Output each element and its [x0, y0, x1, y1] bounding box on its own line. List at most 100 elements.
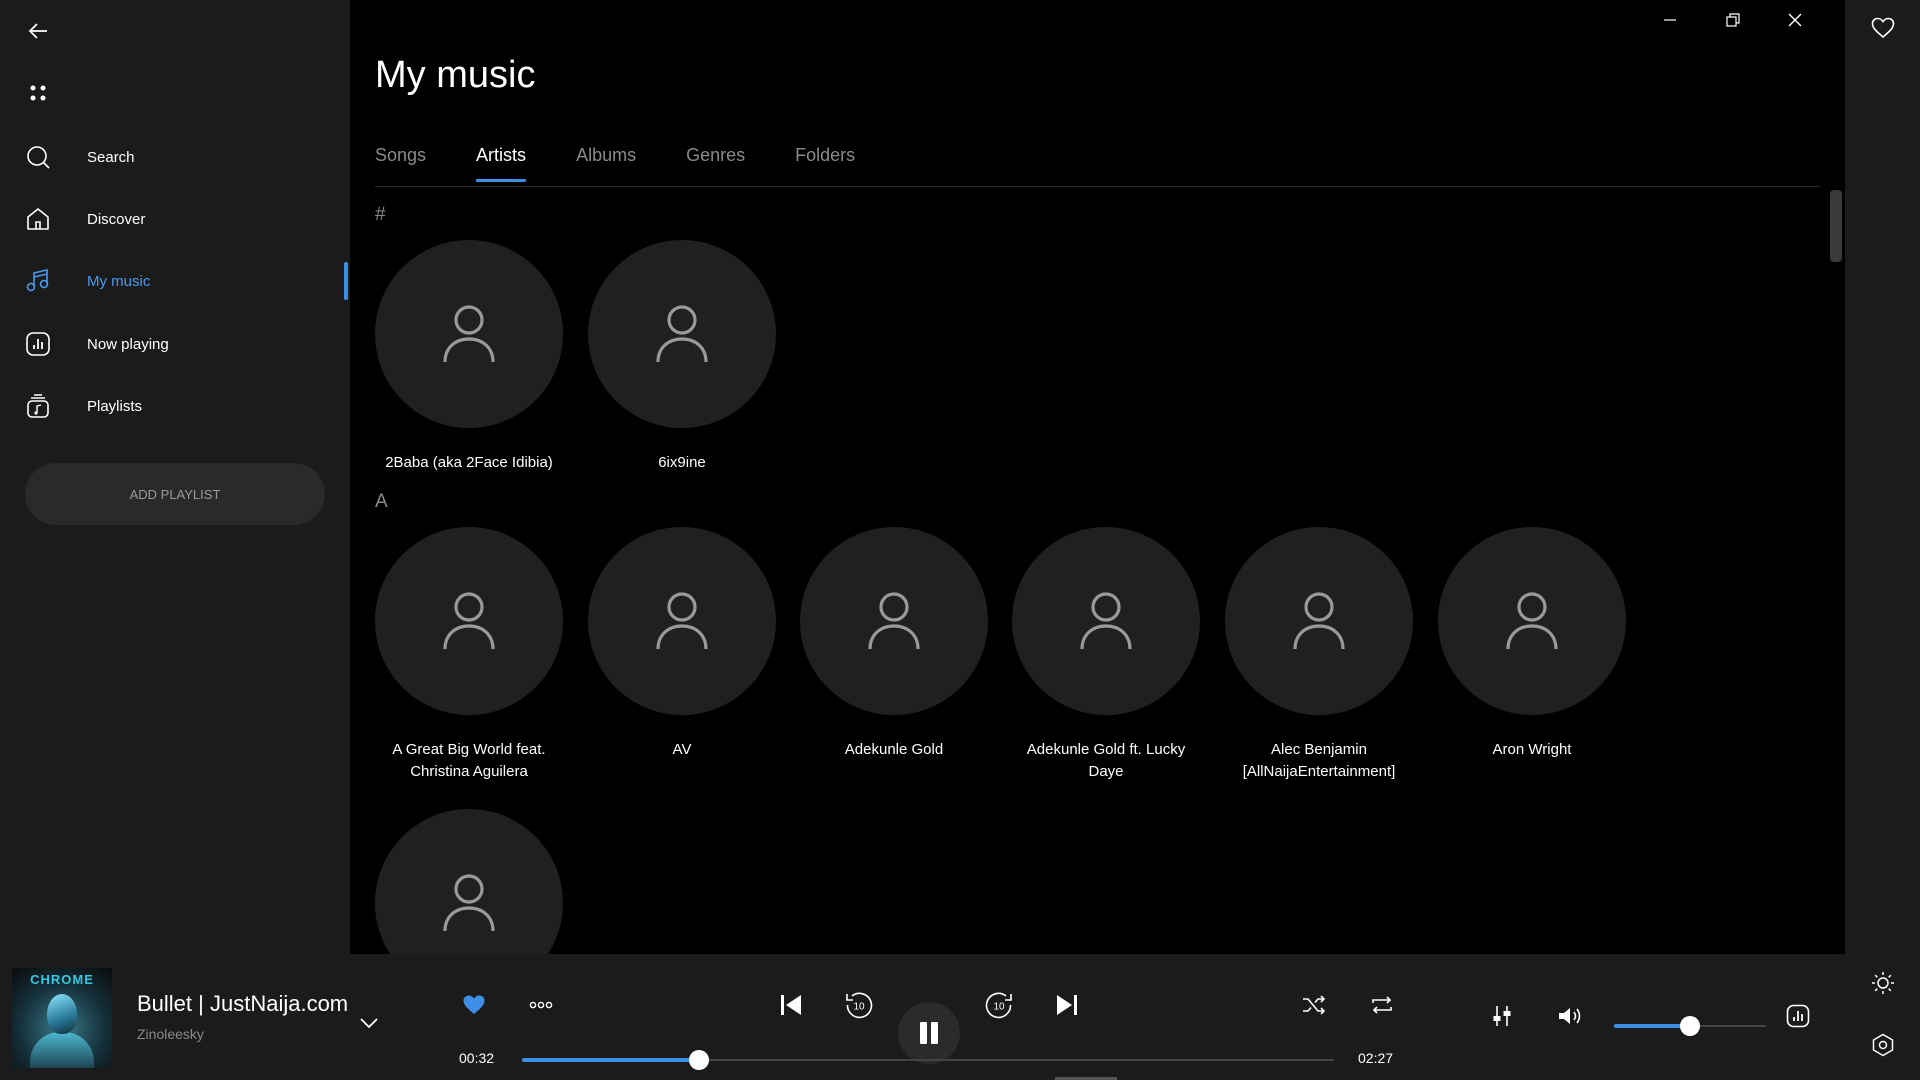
next-button[interactable] [1049, 987, 1085, 1023]
tab-albums[interactable]: Albums [576, 145, 636, 182]
artist-avatar [1438, 527, 1626, 715]
forward-10-button[interactable]: 10 [980, 986, 1018, 1024]
artist-avatar [800, 527, 988, 715]
equalizer-button[interactable] [1485, 999, 1519, 1033]
person-icon [443, 592, 495, 650]
artist-card[interactable]: A Great Big World feat. Christina Aguile… [375, 527, 563, 783]
artist-avatar [1012, 527, 1200, 715]
shuffle-button[interactable] [1297, 988, 1331, 1022]
album-art[interactable]: CHROME [12, 968, 112, 1068]
right-rail [1845, 0, 1920, 1080]
seek-knob[interactable] [689, 1050, 710, 1070]
artist-name: AV [672, 741, 692, 758]
repeat-icon [1372, 996, 1392, 1014]
more-options-button[interactable] [524, 988, 558, 1022]
seek-fill [522, 1058, 700, 1062]
person-icon [443, 874, 495, 932]
artist-card[interactable]: 6ix9ine [588, 240, 776, 474]
track-title[interactable]: Bullet | JustNaija.com [137, 991, 348, 1017]
volume-knob[interactable] [1680, 1016, 1700, 1036]
restore-icon [1726, 13, 1740, 27]
current-time: 00:32 [459, 1050, 495, 1066]
pause-icon [920, 1022, 938, 1044]
artist-card[interactable] [375, 809, 563, 954]
svg-text:10: 10 [853, 1002, 865, 1013]
app-menu-button[interactable] [18, 73, 58, 113]
settings-button[interactable] [1863, 1025, 1903, 1065]
artist-card[interactable]: AV [588, 527, 776, 761]
artist-card[interactable]: 2Baba (aka 2Face Idibia) [375, 240, 563, 474]
rewind-10-button[interactable]: 10 [840, 986, 878, 1024]
sidebar-item-label: Now playing [87, 335, 169, 353]
previous-button[interactable] [773, 987, 809, 1023]
artist-avatar [588, 240, 776, 428]
sidebar-item-label: Playlists [87, 397, 143, 415]
sidebar-item-playlists[interactable]: Playlists [0, 378, 350, 434]
artist-avatar [375, 809, 563, 954]
album-art-text: CHROME [30, 972, 94, 987]
volume-button[interactable] [1553, 999, 1587, 1033]
tab-songs[interactable]: Songs [375, 145, 426, 182]
svg-text:10: 10 [993, 1002, 1005, 1013]
tab-folders[interactable]: Folders [795, 145, 855, 182]
sidebar-item-discover[interactable]: Discover [0, 191, 350, 247]
expand-button[interactable] [352, 1006, 386, 1040]
artist-card[interactable]: Adekunle Gold [800, 527, 988, 761]
total-time: 02:27 [1358, 1050, 1394, 1066]
tab-artists[interactable]: Artists [476, 145, 527, 182]
now-playing-icon [1786, 1004, 1810, 1028]
artist-name: Alec Benjamin [AllNaijaEntertainment] [1242, 741, 1396, 780]
chevron-down-icon [360, 1018, 378, 1029]
forward-10-icon: 10 [985, 992, 1012, 1019]
artist-card[interactable]: Adekunle Gold ft. Lucky Daye [1012, 527, 1200, 783]
sidebar-item-search[interactable]: Search [0, 129, 350, 185]
artist-card[interactable]: Aron Wright [1438, 527, 1626, 761]
now-playing-icon [18, 324, 58, 364]
equalizer-icon [1493, 1006, 1511, 1026]
player-bar: CHROME Bullet | JustNaija.com Zinoleesky… [0, 954, 1845, 1080]
back-arrow-icon [28, 23, 47, 39]
section-header[interactable]: # [375, 204, 386, 226]
favorites-button[interactable] [1863, 8, 1903, 48]
scrollbar-thumb[interactable] [1830, 190, 1842, 262]
brightness-icon [1872, 972, 1894, 994]
speaker-icon [1559, 1008, 1581, 1024]
repeat-button[interactable] [1365, 988, 1399, 1022]
artist-card[interactable]: Alec Benjamin [AllNaijaEntertainment] [1225, 527, 1413, 783]
person-icon [868, 592, 920, 650]
heart-outline-icon [1871, 17, 1895, 39]
album-art-figure-body [30, 1032, 94, 1068]
artist-name: 2Baba (aka 2Face Idibia) [385, 454, 553, 471]
active-indicator [344, 262, 348, 300]
artist-name: Adekunle Gold ft. Lucky Daye [1026, 741, 1186, 780]
add-playlist-button[interactable]: ADD PLAYLIST [25, 463, 325, 525]
tab-genres[interactable]: Genres [686, 145, 745, 182]
minimize-button[interactable] [1640, 0, 1700, 40]
search-icon [18, 137, 58, 177]
page-title: My music [375, 54, 536, 96]
person-icon [1080, 592, 1132, 650]
section-header[interactable]: A [375, 491, 388, 513]
person-icon [443, 305, 495, 363]
mini-player-button[interactable] [1781, 999, 1815, 1033]
seek-bar[interactable] [522, 1050, 1334, 1070]
gear-icon [1872, 1033, 1894, 1057]
tabs-divider [375, 186, 1820, 187]
more-dots-icon [529, 1001, 553, 1009]
theme-button[interactable] [1863, 963, 1903, 1003]
volume-slider[interactable] [1614, 1016, 1766, 1036]
close-button[interactable] [1765, 0, 1825, 40]
tab-bar: Songs Artists Albums Genres Folders [375, 145, 905, 182]
sidebar-item-now-playing[interactable]: Now playing [0, 316, 350, 372]
skip-previous-icon [781, 995, 801, 1015]
playlists-icon [18, 386, 58, 426]
shuffle-icon [1303, 995, 1326, 1015]
close-icon [1788, 13, 1802, 27]
restore-button[interactable] [1703, 0, 1763, 40]
like-button[interactable] [457, 988, 491, 1022]
artist-avatar [588, 527, 776, 715]
sidebar-item-my-music[interactable]: My music [0, 253, 350, 309]
back-button[interactable] [18, 11, 58, 51]
track-artist[interactable]: Zinoleesky [137, 1026, 204, 1042]
heart-filled-icon [463, 995, 485, 1014]
